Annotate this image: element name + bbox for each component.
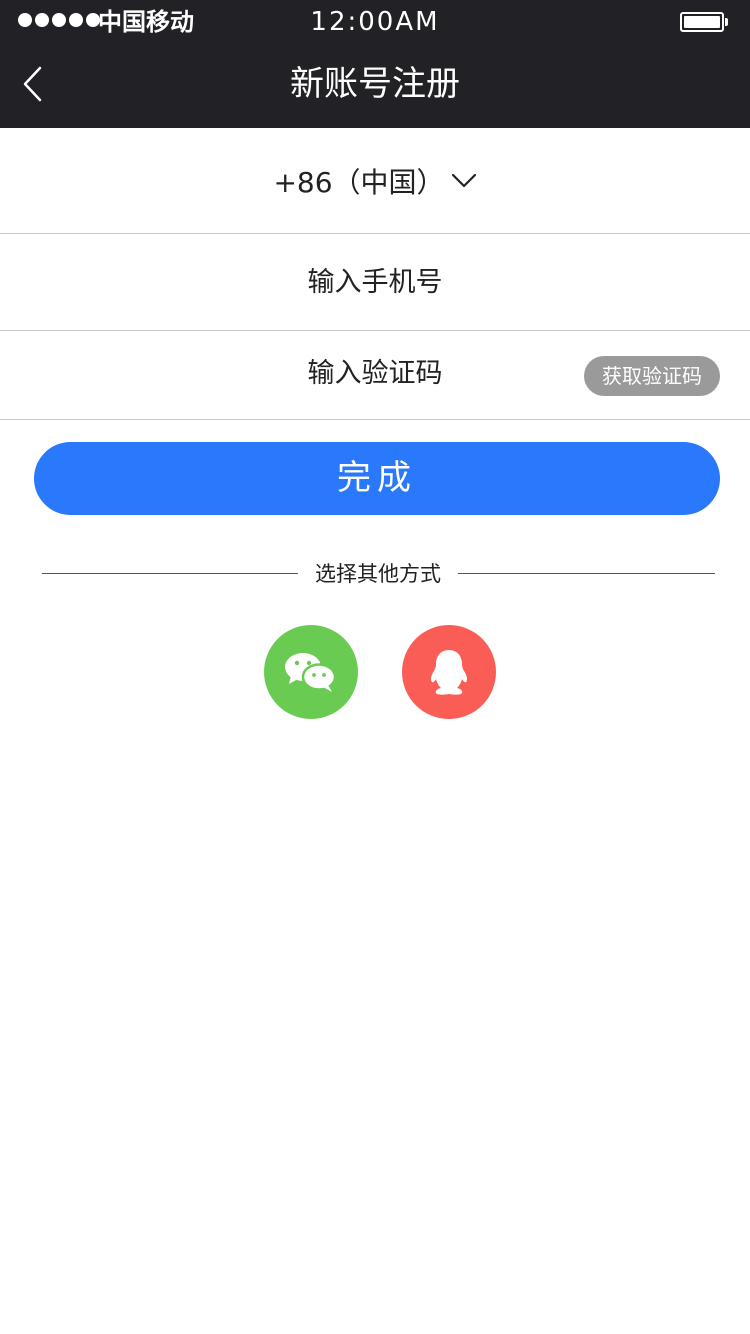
alt-login-label: 选择其他方式: [315, 562, 441, 586]
wechat-login-button[interactable]: [264, 625, 358, 719]
battery-icon: [680, 12, 728, 32]
phone-input[interactable]: [0, 234, 750, 330]
get-code-button[interactable]: 获取验证码: [584, 356, 720, 396]
submit-button[interactable]: 完成: [34, 442, 720, 515]
divider-line-right: [458, 573, 715, 574]
country-code-select[interactable]: +86（中国）: [0, 128, 750, 233]
phone-row: [0, 234, 750, 331]
divider-line-left: [42, 573, 298, 574]
code-row: 获取验证码: [0, 331, 750, 420]
wechat-icon: [285, 653, 337, 692]
register-page: 中国移动 12:00AM 新账号注册 +86（中国） 获取验证码 完成 选择其他…: [0, 0, 750, 1334]
qq-icon: [430, 650, 468, 695]
country-code-label: +86（中国）: [273, 165, 445, 199]
qq-login-button[interactable]: [402, 625, 496, 719]
chevron-left-icon: [23, 66, 42, 102]
status-bar: 中国移动 12:00AM: [0, 0, 750, 44]
chevron-down-icon: [451, 173, 476, 187]
header: 中国移动 12:00AM 新账号注册: [0, 0, 750, 128]
status-time: 12:00AM: [310, 7, 440, 37]
page-title: 新账号注册: [290, 64, 460, 104]
back-button[interactable]: [14, 64, 50, 104]
country-row: +86（中国）: [0, 128, 750, 234]
